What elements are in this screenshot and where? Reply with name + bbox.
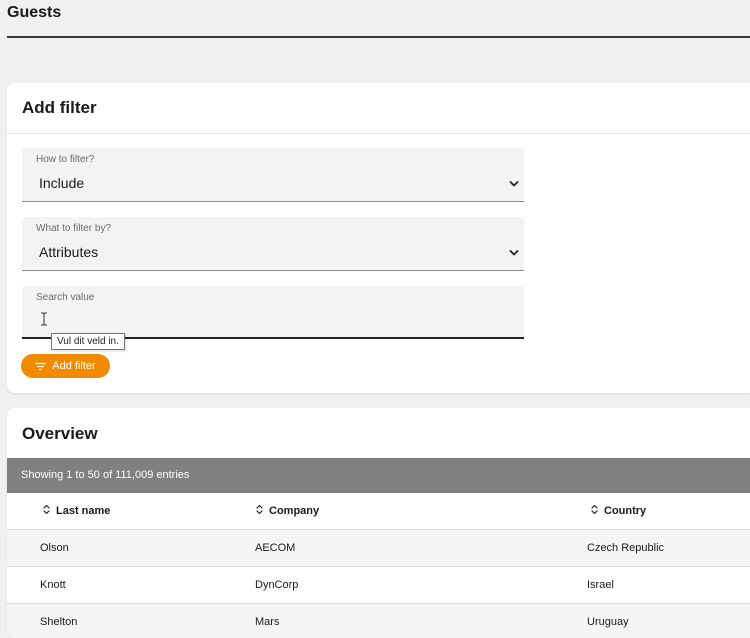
add-filter-title: Add filter (22, 98, 97, 117)
sort-icon (591, 504, 598, 515)
overview-card: Overview Showing 1 to 50 of 111,009 entr… (7, 408, 750, 638)
cell-company: AECOM (255, 542, 296, 554)
column-label: Company (269, 505, 320, 517)
cell-last-name: Knott (40, 579, 66, 591)
table-row[interactable]: Shelton Mars Uruguay (7, 604, 750, 638)
table-header-row: Last name Company Country (7, 493, 750, 530)
what-to-filter-value: Attributes (39, 244, 99, 260)
search-value-label: Search value (36, 292, 95, 303)
card-divider (7, 133, 750, 134)
column-label: Country (604, 505, 647, 517)
chevron-down-icon[interactable] (508, 247, 520, 259)
sort-icon (256, 504, 263, 515)
sort-icon (43, 504, 50, 515)
how-to-filter-select[interactable]: How to filter? Include (22, 148, 524, 202)
search-value-input[interactable]: Search value (22, 286, 524, 339)
column-header-company[interactable]: Company (256, 493, 319, 529)
how-to-filter-value: Include (39, 175, 85, 191)
column-label: Last name (56, 505, 111, 517)
cell-company: Mars (255, 616, 280, 628)
add-filter-card: Add filter How to filter? Include What t… (7, 83, 750, 393)
add-filter-button[interactable]: Add filter (21, 354, 110, 378)
entries-info-bar: Showing 1 to 50 of 111,009 entries (7, 458, 750, 493)
table-row[interactable]: Knott DynCorp Israel (7, 567, 750, 604)
cell-country: Uruguay (587, 616, 629, 628)
page-title: Guests (7, 4, 62, 21)
add-filter-button-label: Add filter (52, 360, 96, 372)
filter-icon (35, 362, 47, 370)
column-header-last-name[interactable]: Last name (43, 493, 110, 529)
text-cursor-icon (41, 312, 47, 326)
cell-last-name: Shelton (40, 616, 78, 628)
overview-title: Overview (22, 424, 98, 443)
what-to-filter-select[interactable]: What to filter by? Attributes (22, 217, 524, 271)
page-header: Guests (7, 0, 750, 38)
guests-table: Last name Company Country Olson AECOM Cz… (7, 493, 750, 638)
cell-country: Czech Republic (587, 542, 665, 554)
cell-last-name: Olson (40, 542, 69, 554)
column-header-country[interactable]: Country (591, 493, 646, 529)
table-row[interactable]: Olson AECOM Czech Republic (7, 530, 750, 567)
what-to-filter-label: What to filter by? (36, 223, 112, 234)
validation-tooltip: Vul dit veld in. (51, 333, 125, 350)
how-to-filter-label: How to filter? (36, 154, 95, 165)
cell-company: DynCorp (255, 579, 299, 591)
chevron-down-icon[interactable] (508, 178, 520, 190)
cell-country: Israel (587, 579, 614, 591)
